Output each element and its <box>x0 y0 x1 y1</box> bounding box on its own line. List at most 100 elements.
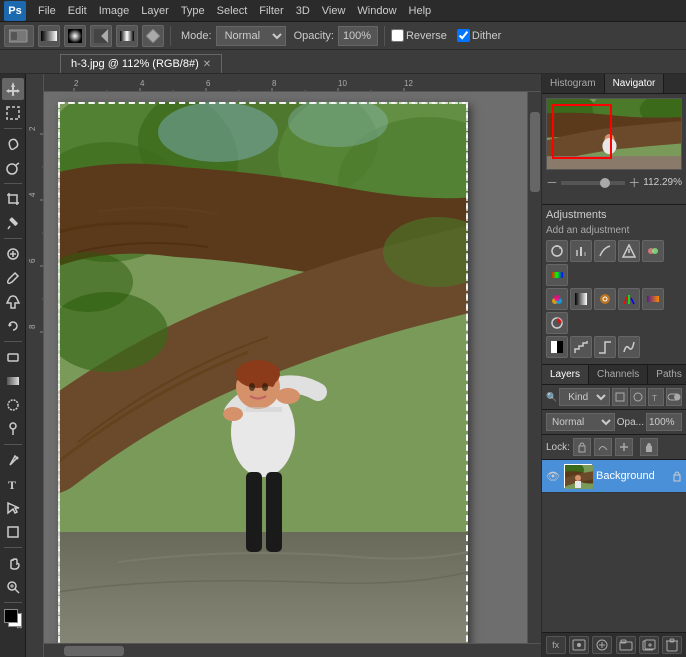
blur-tool[interactable] <box>2 394 24 416</box>
tab-histogram[interactable]: Histogram <box>542 74 605 93</box>
zoom-in-btn[interactable]: ＋ <box>628 174 640 191</box>
quick-select-tool[interactable] <box>2 157 24 179</box>
adj-levels[interactable] <box>570 240 592 262</box>
adj-exposure[interactable] <box>618 240 640 262</box>
scrollbar-horizontal[interactable] <box>44 643 541 657</box>
adj-invert[interactable] <box>546 336 568 358</box>
menu-view[interactable]: View <box>316 3 352 19</box>
menu-3d[interactable]: 3D <box>290 3 316 19</box>
scrollbar-vertical[interactable] <box>527 92 541 643</box>
dodge-tool[interactable] <box>2 418 24 440</box>
scrollbar-horizontal-thumb[interactable] <box>64 646 124 656</box>
menu-layer[interactable]: Layer <box>135 3 175 19</box>
menu-select[interactable]: Select <box>211 3 254 19</box>
layer-filter-select[interactable]: Kind <box>559 388 610 406</box>
tab-close-btn[interactable]: ✕ <box>203 59 211 70</box>
lasso-tool[interactable] <box>2 133 24 155</box>
lock-transparent-btn[interactable] <box>573 438 591 456</box>
menu-type[interactable]: Type <box>175 3 211 19</box>
eyedropper-tool[interactable] <box>2 212 24 234</box>
gradient-tool[interactable] <box>2 370 24 392</box>
tool-div-3 <box>4 238 22 239</box>
history-brush-tool[interactable] <box>2 315 24 337</box>
layer-mask-btn[interactable] <box>569 636 589 654</box>
gradient-type-linear[interactable] <box>38 25 60 47</box>
menu-file[interactable]: File <box>32 3 62 19</box>
adj-photo-filter[interactable] <box>594 288 616 310</box>
stamp-tool[interactable] <box>2 291 24 313</box>
eraser-tool[interactable] <box>2 346 24 368</box>
gradient-type-angle[interactable] <box>90 25 112 47</box>
brush-tool[interactable] <box>2 267 24 289</box>
adj-hue-sat[interactable] <box>546 264 568 286</box>
adj-hdr-toning[interactable] <box>618 336 640 358</box>
dither-label[interactable]: Dither <box>457 29 501 42</box>
reverse-label[interactable]: Reverse <box>391 29 447 42</box>
text-tool[interactable]: T <box>2 473 24 495</box>
canvas-viewport[interactable] <box>44 92 541 643</box>
reverse-checkbox[interactable] <box>391 29 404 42</box>
menu-filter[interactable]: Filter <box>253 3 289 19</box>
layer-delete-btn[interactable] <box>662 636 682 654</box>
tab-channels[interactable]: Channels <box>589 365 648 384</box>
adj-posterize[interactable] <box>570 336 592 358</box>
blend-mode-select[interactable]: Normal <box>546 413 615 431</box>
layer-new-btn[interactable] <box>639 636 659 654</box>
adj-curves[interactable] <box>594 240 616 262</box>
lock-image-btn[interactable] <box>594 438 612 456</box>
filter-pixel-btn[interactable] <box>612 388 628 406</box>
dither-checkbox[interactable] <box>457 29 470 42</box>
pen-tool[interactable] <box>2 449 24 471</box>
layer-background[interactable]: 👁 Background <box>542 460 686 493</box>
filter-adj-btn[interactable] <box>630 388 646 406</box>
menu-image[interactable]: Image <box>93 3 136 19</box>
lock-all-btn[interactable] <box>640 438 658 456</box>
scrollbar-vertical-thumb[interactable] <box>530 112 540 192</box>
gradient-type-reflected[interactable] <box>116 25 138 47</box>
ps-logo: Ps <box>4 1 26 21</box>
adj-black-white[interactable] <box>570 288 592 310</box>
filter-toggle[interactable] <box>666 388 682 406</box>
navigator-preview[interactable] <box>546 98 682 170</box>
adj-selective-color[interactable] <box>546 312 568 334</box>
layer-fx-btn[interactable]: fx <box>546 636 566 654</box>
document-tab[interactable]: h-3.jpg @ 112% (RGB/8#) ✕ <box>60 54 222 73</box>
tool-preset-btn[interactable] <box>4 25 34 47</box>
mode-select[interactable]: Normal <box>216 26 286 46</box>
crop-tool[interactable] <box>2 188 24 210</box>
opacity-input[interactable]: 100% <box>338 26 378 46</box>
opacity-value-input[interactable]: 100% <box>646 413 682 431</box>
zoom-tool[interactable] <box>2 576 24 598</box>
zoom-slider[interactable] <box>561 181 625 185</box>
marquee-tool[interactable] <box>2 102 24 124</box>
healing-tool[interactable] <box>2 243 24 265</box>
gradient-type-radial[interactable] <box>64 25 86 47</box>
menu-window[interactable]: Window <box>351 3 402 19</box>
zoom-out-btn[interactable]: － <box>546 174 558 191</box>
svg-text:6: 6 <box>206 79 211 88</box>
menu-edit[interactable]: Edit <box>62 3 93 19</box>
tab-layers[interactable]: Layers <box>542 365 589 384</box>
tab-paths[interactable]: Paths <box>648 365 686 384</box>
adj-channel-mixer[interactable] <box>618 288 640 310</box>
adj-gradient-map[interactable] <box>642 288 664 310</box>
layer-group-btn[interactable] <box>616 636 636 654</box>
hand-tool[interactable] <box>2 552 24 574</box>
adj-color-balance[interactable] <box>546 288 568 310</box>
move-tool[interactable] <box>2 78 24 100</box>
layer-adj-btn[interactable] <box>592 636 612 654</box>
adj-brightness[interactable] <box>546 240 568 262</box>
gradient-type-diamond[interactable] <box>142 25 164 47</box>
adj-threshold[interactable] <box>594 336 616 358</box>
menu-help[interactable]: Help <box>403 3 438 19</box>
lock-position-btn[interactable] <box>615 438 633 456</box>
filter-type-btn[interactable]: T <box>648 388 664 406</box>
tab-navigator[interactable]: Navigator <box>605 74 665 93</box>
layer-visibility-toggle[interactable]: 👁 <box>546 469 560 483</box>
zoom-slider-thumb[interactable] <box>600 178 610 188</box>
shape-tool[interactable] <box>2 521 24 543</box>
foreground-bg-colors[interactable]: ↔ <box>2 609 24 631</box>
lock-label: Lock: <box>546 442 570 453</box>
path-select-tool[interactable] <box>2 497 24 519</box>
adj-vibrance[interactable] <box>642 240 664 262</box>
